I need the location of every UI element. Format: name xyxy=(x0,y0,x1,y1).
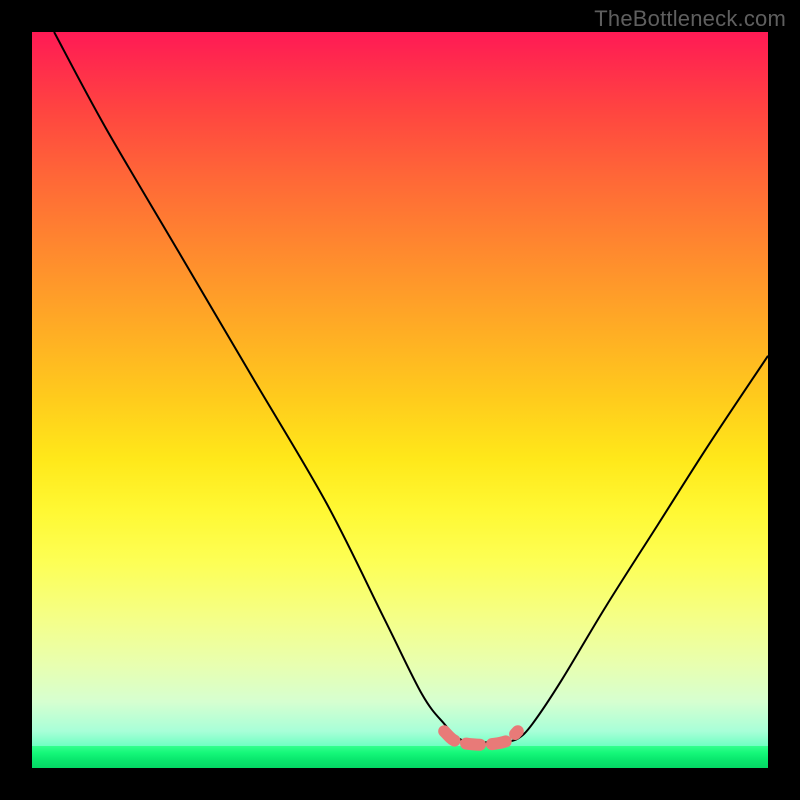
curve-layer xyxy=(32,32,768,768)
watermark-text: TheBottleneck.com xyxy=(594,6,786,32)
plot-area xyxy=(32,32,768,768)
bottleneck-curve xyxy=(54,32,768,743)
chart-frame: TheBottleneck.com xyxy=(0,0,800,800)
optimal-range-marker xyxy=(444,731,518,745)
